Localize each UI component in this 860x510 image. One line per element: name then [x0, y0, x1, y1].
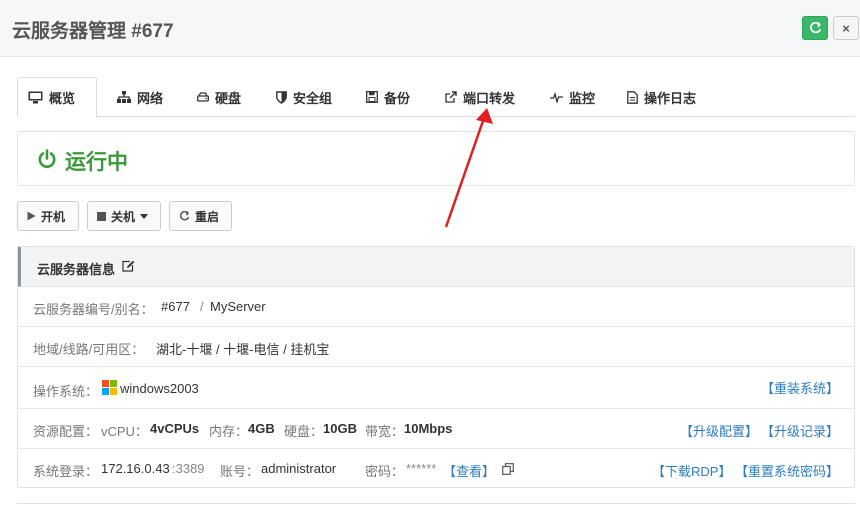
annotation-arrow-icon	[444, 108, 493, 228]
